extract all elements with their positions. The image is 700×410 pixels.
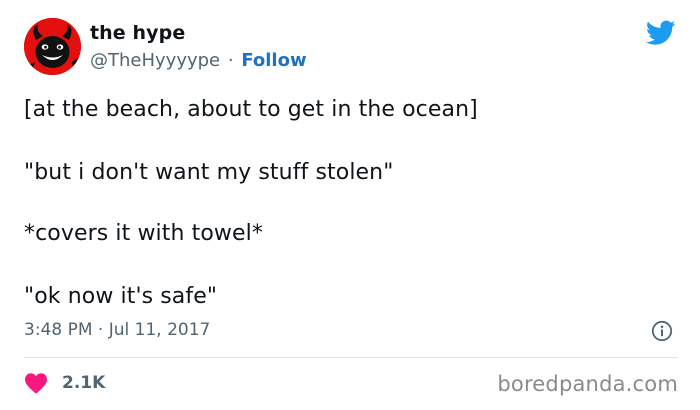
handle-separator: · (227, 50, 234, 71)
tweet-text-line: "ok now it's safe" (24, 284, 218, 309)
watermark: boredpanda.com (497, 372, 678, 396)
author-avatar[interactable] (24, 18, 81, 75)
author-name[interactable]: the hype (90, 22, 185, 44)
divider (24, 357, 678, 358)
tweet-timestamp[interactable]: 3:48 PM · Jul 11, 2017 (24, 320, 210, 340)
follow-button[interactable]: Follow (241, 50, 306, 71)
info-icon[interactable] (651, 320, 673, 342)
heart-icon (25, 373, 47, 394)
tweet-text-line: *covers it with towel* (24, 221, 263, 246)
tweet-text-line: "but i don't want my stuff stolen" (24, 160, 394, 185)
like-count: 2.1K (62, 373, 106, 393)
twitter-bird-icon[interactable] (646, 20, 676, 46)
author-handle-row: @TheHyyyype · Follow (90, 50, 307, 71)
like-button[interactable]: 2.1K (24, 372, 105, 394)
tweet-text-line: [at the beach, about to get in the ocean… (24, 97, 478, 122)
author-handle[interactable]: @TheHyyyype (90, 50, 220, 71)
tweet-card: the hype @TheHyyyype · Follow [at the be… (0, 0, 700, 410)
devil-face-icon (24, 18, 81, 75)
